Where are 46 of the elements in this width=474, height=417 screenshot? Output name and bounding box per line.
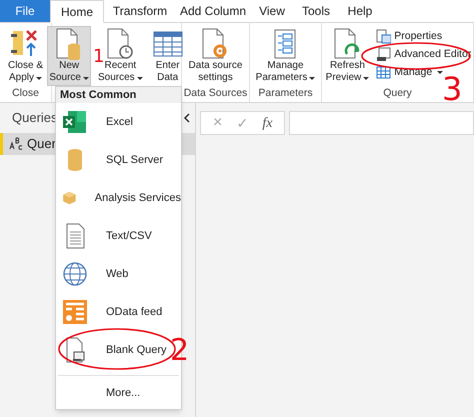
ribbon-tab[interactable]: Transform	[104, 0, 176, 22]
ribbon-tab[interactable]: Tools	[294, 0, 338, 22]
query-name: Quer	[27, 135, 56, 154]
menu-item[interactable]: Analysis Services	[56, 179, 181, 217]
caret-icon	[83, 76, 89, 80]
menu-item[interactable]: Text/CSV	[56, 217, 181, 255]
ribbon-button[interactable]: Close & Apply	[6, 26, 45, 86]
menu-header: Most Common	[56, 87, 181, 103]
ribbon-tab[interactable]: Help	[338, 0, 382, 22]
ribbon-tab[interactable]: View	[250, 0, 294, 22]
menu-item[interactable]: Excel	[56, 103, 181, 141]
annotation-number: 1	[93, 46, 104, 67]
caret-icon	[36, 76, 42, 80]
ribbon-button[interactable]: New Source	[47, 26, 91, 86]
menu-item[interactable]: More...	[56, 376, 181, 410]
menu-item[interactable]: SQL Server	[56, 141, 181, 179]
group-label: Parameters	[258, 87, 313, 100]
menu-item[interactable]: Web	[56, 255, 181, 293]
ribbon-button[interactable]: Properties	[376, 28, 472, 44]
group-label: Data Sources	[184, 87, 248, 100]
collapse-icon	[183, 113, 191, 123]
globe-icon	[62, 261, 88, 287]
ribbon-button[interactable]: Enter Data	[150, 26, 186, 86]
table-icon	[376, 64, 392, 80]
group-label: Close	[12, 87, 39, 100]
feed-icon	[62, 299, 88, 325]
ribbon-button[interactable]: Manage Parameters	[254, 26, 318, 86]
ribbon-button[interactable]: Refresh Preview	[324, 26, 372, 86]
ribbon-tab[interactable]: Add Column	[176, 0, 250, 22]
function-button[interactable]: fx	[262, 112, 272, 134]
caret-icon	[309, 76, 316, 80]
formula-field[interactable]	[289, 111, 474, 135]
caret-icon	[136, 76, 143, 80]
ribbon-button[interactable]: Data source settings	[186, 26, 244, 86]
annotation-number: 3	[442, 70, 462, 108]
caret-icon	[437, 70, 444, 74]
ribbon-tab[interactable]: Home	[50, 0, 104, 23]
editor-icon	[376, 46, 392, 62]
text-type-icon	[9, 137, 23, 151]
properties-icon	[376, 28, 392, 44]
annotation-number: 2	[170, 333, 190, 368]
excel-icon	[62, 109, 88, 135]
caret-icon	[363, 76, 370, 80]
menu-item[interactable]: OData feed	[56, 293, 181, 331]
file-tab[interactable]: File	[0, 0, 50, 22]
group-label: Query	[383, 87, 412, 100]
